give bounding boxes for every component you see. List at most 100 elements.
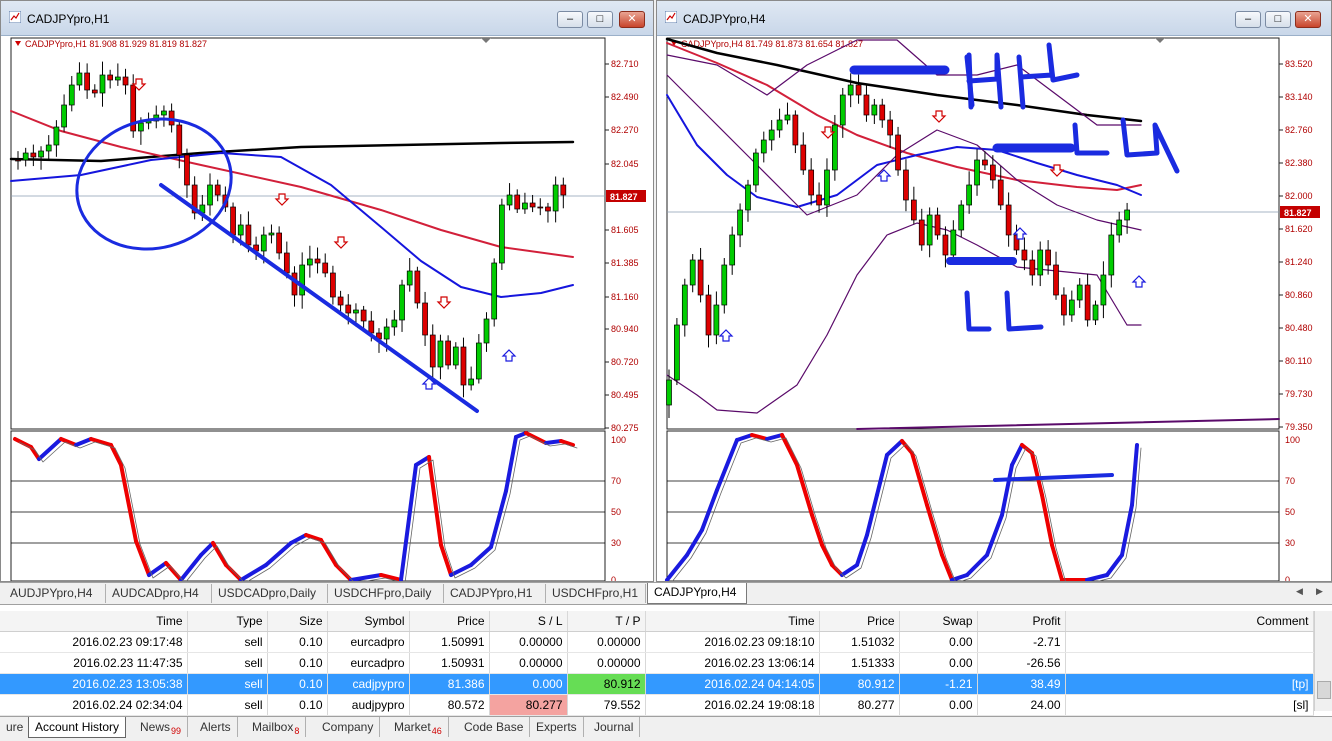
chart-tab[interactable]: USDCHFpro,H1 bbox=[546, 584, 646, 603]
chart-tabs-bar: AUDJPYpro,H4 AUDCADpro,H4 USDCADpro,Dail… bbox=[0, 582, 1332, 605]
price-chart[interactable]: 82.710 82.490 82.270 82.045 81.605 81.385 81.1… bbox=[1, 35, 653, 585]
table-row[interactable]: 2016.02.23 13:05:38 sell 0.10 cadjpypro 81.3… bbox=[0, 673, 1314, 695]
column-header[interactable]: S / L bbox=[489, 611, 568, 632]
table-cell: 0.00000 bbox=[567, 652, 646, 674]
table-cell: 0.00 bbox=[899, 652, 978, 674]
chart-tab[interactable]: CADJPYpro,H1 bbox=[444, 584, 546, 603]
chart-icon bbox=[9, 11, 21, 23]
candle-body bbox=[1061, 294, 1067, 316]
candle-body bbox=[529, 202, 536, 208]
column-header[interactable]: Price bbox=[409, 611, 490, 632]
chart-tab[interactable]: AUDCADpro,H4 bbox=[106, 584, 212, 603]
chart-tab[interactable]: USDCHFpro,Daily bbox=[328, 584, 444, 603]
terminal-tab[interactable]: Account History bbox=[28, 717, 127, 738]
candle-body bbox=[689, 259, 696, 286]
terminal-tab[interactable]: Experts bbox=[530, 717, 584, 737]
table-cell: sell bbox=[187, 652, 268, 674]
column-header[interactable]: T / P bbox=[567, 611, 646, 632]
candle-body bbox=[926, 214, 933, 246]
candle-body bbox=[138, 122, 144, 132]
terminal-tab[interactable]: Alerts bbox=[194, 717, 238, 737]
close-button[interactable]: ✕ bbox=[619, 11, 645, 28]
terminal-tab[interactable]: ure bbox=[0, 717, 31, 737]
close-button[interactable]: ✕ bbox=[1295, 11, 1321, 28]
table-row[interactable]: 2016.02.23 11:47:35 sell 0.10 eurcadpro 1.50… bbox=[0, 652, 1314, 674]
candle-body bbox=[314, 258, 321, 264]
minimize-button[interactable]: – bbox=[557, 11, 583, 28]
candle-body bbox=[452, 346, 459, 366]
price-axis-label: 81.385 bbox=[611, 258, 639, 268]
table-row[interactable]: 2016.02.24 02:34:04 sell 0.10 audjpypro 80.5… bbox=[0, 694, 1314, 716]
terminal-tab[interactable]: Code Base bbox=[458, 717, 531, 737]
candle-body bbox=[91, 89, 98, 94]
chart-window-h4[interactable]: CADJPYpro,H4 – □ ✕ 83.520 83.140 82.760 82.… bbox=[656, 0, 1332, 585]
table-cell: 81.386 bbox=[409, 673, 490, 695]
price-axis-label: 82.000 bbox=[1285, 191, 1313, 201]
maximize-button[interactable]: □ bbox=[1265, 11, 1291, 28]
chart-tab[interactable]: USDCADpro,Daily bbox=[212, 584, 328, 603]
window-titlebar[interactable]: CADJPYpro,H1 – □ ✕ bbox=[1, 1, 653, 36]
oscillator-pane-frame bbox=[10, 430, 606, 582]
candle-body bbox=[283, 252, 290, 274]
column-header[interactable]: Time bbox=[0, 611, 188, 632]
terminal-tab-label: Experts bbox=[536, 720, 577, 734]
chart-canvas[interactable]: 82.710 82.490 82.270 82.045 81.605 81.385 81.1… bbox=[1, 35, 653, 585]
candle-body bbox=[768, 129, 775, 141]
oscillator-axis-label: 70 bbox=[1285, 476, 1295, 486]
candle-body bbox=[330, 272, 336, 298]
table-cell: sell bbox=[187, 631, 268, 653]
column-header[interactable]: Size bbox=[267, 611, 328, 632]
chart-window-h1[interactable]: CADJPYpro,H1 – □ ✕ 82.710 82.490 82.270 82.… bbox=[0, 0, 654, 585]
terminal-tab-label: Code Base bbox=[464, 720, 524, 734]
candle-body bbox=[1092, 304, 1099, 321]
candle-body bbox=[107, 74, 114, 81]
terminal-tab-label: Alerts bbox=[200, 720, 231, 734]
candle-body bbox=[30, 152, 37, 158]
column-header[interactable]: Comment bbox=[1065, 611, 1314, 632]
column-header[interactable]: Type bbox=[187, 611, 268, 632]
terminal-tab[interactable]: News99 bbox=[134, 717, 189, 737]
terminal-tab-label: News bbox=[140, 720, 171, 734]
minimize-button[interactable]: – bbox=[1235, 11, 1261, 28]
candle-body bbox=[260, 234, 267, 252]
maximize-button[interactable]: □ bbox=[587, 11, 613, 28]
column-header[interactable]: Symbol bbox=[327, 611, 410, 632]
candle-body bbox=[337, 296, 344, 306]
candle-body bbox=[997, 179, 1004, 206]
table-cell: -2.71 bbox=[977, 631, 1066, 653]
terminal-tab[interactable]: Journal bbox=[588, 717, 641, 737]
candle-body bbox=[729, 234, 736, 266]
candle-body bbox=[368, 320, 375, 334]
column-header[interactable]: Time bbox=[645, 611, 820, 632]
chart-tab-active[interactable]: CADJPYpro,H4 bbox=[647, 583, 747, 604]
candle-body bbox=[475, 342, 482, 380]
candle-body bbox=[322, 262, 329, 274]
column-header[interactable]: Price bbox=[819, 611, 900, 632]
table-cell: sell bbox=[187, 694, 268, 716]
candle-body bbox=[1053, 264, 1059, 296]
candle-body bbox=[414, 270, 421, 304]
column-header[interactable]: Swap bbox=[899, 611, 978, 632]
candle-body bbox=[1021, 249, 1028, 261]
oscillator-axis-label: 50 bbox=[1285, 507, 1295, 517]
table-cell: 80.912 bbox=[567, 673, 646, 695]
candle-body bbox=[537, 206, 544, 209]
terminal-tab[interactable]: Company bbox=[316, 717, 381, 737]
column-header[interactable]: Profit bbox=[977, 611, 1066, 632]
chart-canvas[interactable]: 83.520 83.140 82.760 82.380 82.000 81.620 81.2… bbox=[657, 35, 1331, 585]
tab-scroll-left-icon[interactable]: ◀ bbox=[1296, 586, 1303, 597]
chart-icon bbox=[665, 11, 677, 23]
window-titlebar[interactable]: CADJPYpro,H4 – □ ✕ bbox=[657, 1, 1331, 36]
terminal-tab[interactable]: Mailbox8 bbox=[246, 717, 307, 737]
tab-scroll-right-icon[interactable]: ▶ bbox=[1316, 586, 1323, 597]
candle-body bbox=[895, 134, 901, 171]
terminal-tab-label: Company bbox=[322, 720, 374, 734]
price-chart[interactable]: 83.520 83.140 82.760 82.380 82.000 81.620 81.2… bbox=[657, 35, 1331, 585]
chart-tab[interactable]: AUDJPYpro,H4 bbox=[4, 584, 106, 603]
candle-body bbox=[161, 110, 167, 116]
price-axis-label: 80.110 bbox=[1285, 356, 1312, 366]
terminal-tab[interactable]: Market46 bbox=[388, 717, 449, 737]
table-row[interactable]: 2016.02.23 09:17:48 sell 0.10 eurcadpro 1.50… bbox=[0, 631, 1314, 653]
vertical-scrollbar[interactable] bbox=[1314, 611, 1332, 711]
scrollbar-thumb[interactable] bbox=[1317, 681, 1331, 699]
